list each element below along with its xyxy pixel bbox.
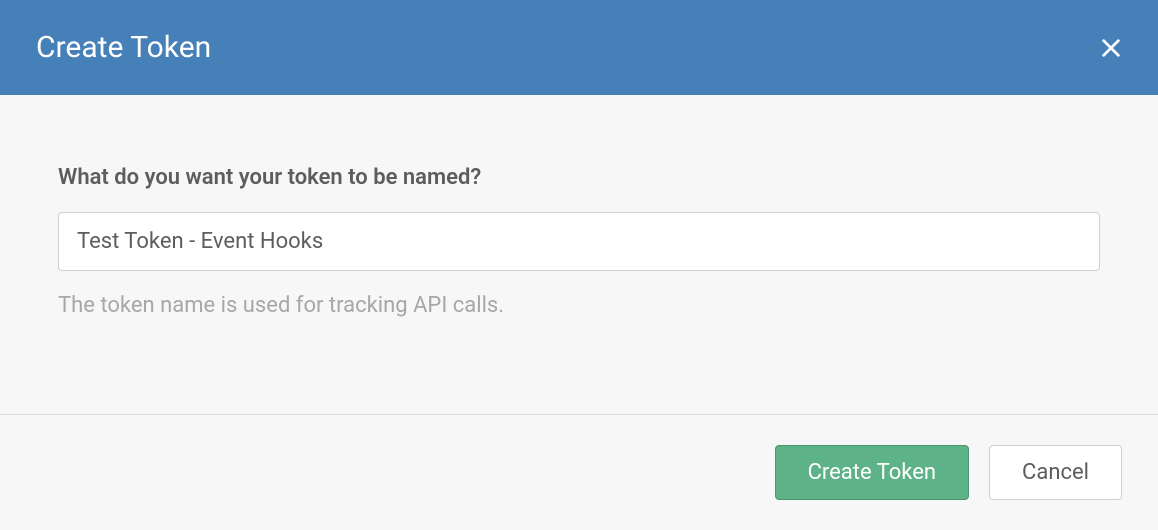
cancel-button[interactable]: Cancel [989, 445, 1122, 500]
modal-title: Create Token [36, 30, 211, 65]
token-name-help-text: The token name is used for tracking API … [58, 293, 1100, 318]
modal-footer: Create Token Cancel [0, 414, 1158, 530]
create-token-modal: Create Token What do you want your token… [0, 0, 1158, 530]
close-icon[interactable] [1100, 37, 1122, 59]
create-token-button[interactable]: Create Token [775, 445, 969, 500]
modal-body: What do you want your token to be named?… [0, 95, 1158, 414]
token-name-label: What do you want your token to be named? [58, 165, 1100, 190]
token-name-input[interactable] [58, 212, 1100, 271]
modal-header: Create Token [0, 0, 1158, 95]
